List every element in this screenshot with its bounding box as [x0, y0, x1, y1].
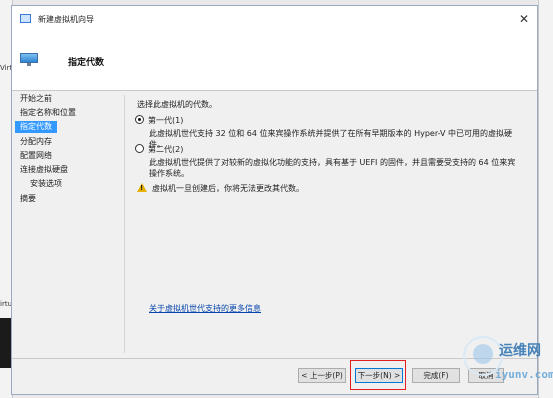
nav-item-memory[interactable]: 分配内存 [15, 136, 57, 148]
generation-2-radio[interactable] [135, 144, 144, 153]
wizard-header: 指定代数 [12, 33, 537, 91]
window-title: 新建虚拟机向导 [38, 15, 94, 24]
nav-item-generation[interactable]: 指定代数 [15, 121, 57, 133]
monitor-icon [20, 53, 38, 66]
next-button-highlight-box [350, 360, 406, 390]
nav-item-name-location[interactable]: 指定名称和位置 [15, 107, 81, 119]
site-watermark: 运维网 iyunv.com [457, 334, 553, 392]
previous-button[interactable]: < 上一步(P) [298, 368, 346, 383]
more-info-link[interactable]: 关于虚拟机世代支持的更多信息 [149, 303, 261, 314]
generation-2-label[interactable]: 第二代(2) [148, 144, 183, 155]
warning-text: 虚拟机一旦创建后，你将无法更改其代数。 [152, 184, 304, 193]
content-panel: 选择此虚拟机的代数。 第一代(1) 此虚拟机世代支持 32 位和 64 位来宾操… [124, 95, 527, 353]
app-window-icon [20, 14, 31, 23]
watermark-title: 运维网 [499, 343, 541, 359]
close-icon[interactable]: ✕ [515, 10, 533, 28]
generation-1-description: 此虚拟机世代支持 32 位和 64 位来宾操作系统并提供了在所有早期版本的 Hy… [149, 129, 513, 149]
page-title: 指定代数 [68, 58, 105, 68]
nav-item-before-you-begin[interactable]: 开始之前 [15, 93, 57, 105]
nav-item-summary[interactable]: 摘要 [15, 193, 41, 205]
title-bar: 新建虚拟机向导 ✕ [12, 6, 537, 33]
finish-button[interactable]: 完成(F) [412, 368, 460, 383]
nav-item-virtual-disk[interactable]: 连接虚拟硬盘 [15, 164, 73, 176]
generation-2-description: 此虚拟机世代提供了对较新的虚拟化功能的支持，具有基于 UEFI 的固件，并且需要… [149, 158, 516, 178]
nav-item-install-options[interactable]: 安装选项 [25, 178, 67, 190]
nav-item-network[interactable]: 配置网络 [15, 150, 57, 162]
generation-prompt: 选择此虚拟机的代数。 [137, 100, 217, 109]
generation-1-radio[interactable] [135, 115, 144, 124]
watermark-url: iyunv.com [495, 368, 553, 381]
wizard-steps-nav: 开始之前 指定名称和位置 指定代数 分配内存 配置网络 连接虚拟硬盘 安装选项 … [12, 91, 118, 353]
generation-1-label[interactable]: 第一代(1) [148, 115, 183, 126]
